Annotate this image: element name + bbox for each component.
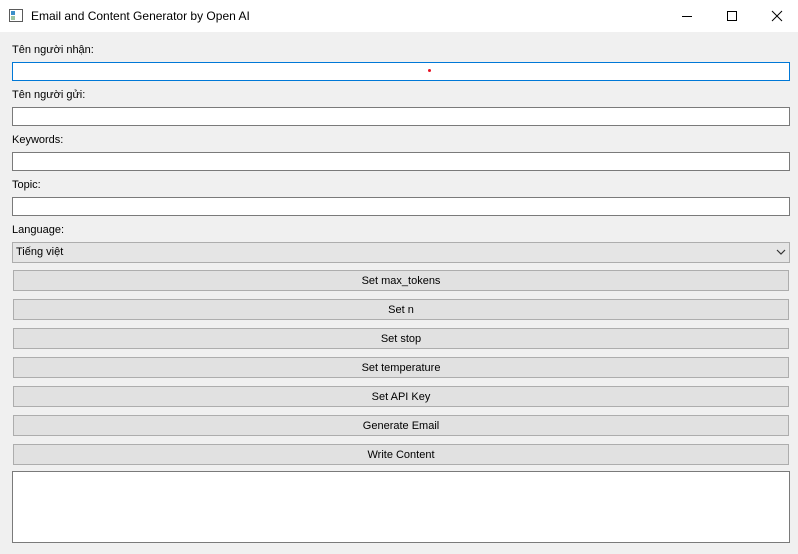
recipient-input[interactable]	[13, 63, 789, 80]
topic-label: Topic:	[12, 179, 41, 191]
window-icon	[9, 9, 23, 22]
close-button[interactable]	[754, 0, 798, 32]
window-title: Email and Content Generator by Open AI	[31, 9, 250, 23]
set-max-tokens-button[interactable]: Set max_tokens	[13, 270, 789, 291]
maximize-icon	[727, 11, 737, 21]
recipient-field-wrapper	[12, 62, 790, 81]
keywords-input[interactable]	[13, 153, 789, 170]
set-temperature-button[interactable]: Set temperature	[13, 357, 789, 378]
keywords-field-wrapper	[12, 152, 790, 171]
maximize-button[interactable]	[709, 0, 755, 32]
set-api-key-button[interactable]: Set API Key	[13, 386, 789, 407]
text-cursor	[428, 69, 431, 72]
minimize-icon	[682, 16, 692, 17]
set-n-button[interactable]: Set n	[13, 299, 789, 320]
keywords-label: Keywords:	[12, 134, 64, 146]
generate-email-button[interactable]: Generate Email	[13, 415, 789, 436]
language-selected-value: Tiếng việt	[16, 246, 64, 258]
title-bar[interactable]: Email and Content Generator by Open AI	[0, 0, 798, 32]
set-stop-button[interactable]: Set stop	[13, 328, 789, 349]
sender-field-wrapper	[12, 107, 790, 126]
close-icon	[771, 10, 783, 22]
output-textarea[interactable]	[12, 471, 790, 543]
minimize-button[interactable]	[664, 0, 710, 32]
topic-field-wrapper	[12, 197, 790, 216]
recipient-label: Tên người nhận:	[12, 44, 94, 56]
topic-input[interactable]	[13, 198, 789, 215]
language-label: Language:	[12, 224, 64, 236]
language-select[interactable]: Tiếng việt	[12, 242, 790, 263]
sender-label: Tên người gửi:	[12, 89, 86, 101]
write-content-button[interactable]: Write Content	[13, 444, 789, 465]
sender-input[interactable]	[13, 108, 789, 125]
chevron-down-icon	[776, 249, 786, 255]
